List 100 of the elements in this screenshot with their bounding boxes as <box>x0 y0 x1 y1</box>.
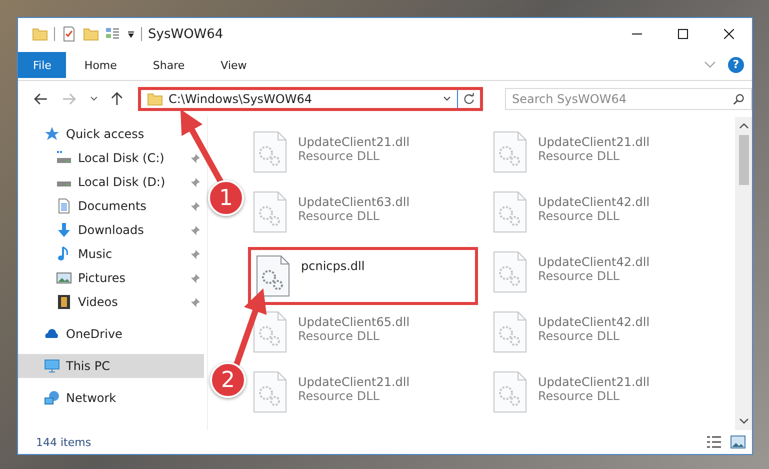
file-item[interactable]: UpdateClient42.dll Resource DLL <box>488 307 718 365</box>
file-item[interactable]: UpdateClient21.dll Resource DLL <box>248 367 478 425</box>
customize-caret-icon[interactable] <box>127 30 135 38</box>
ribbon-tab[interactable]: Share <box>134 52 203 78</box>
up-icon[interactable] <box>110 92 124 106</box>
file-type: Resource DLL <box>298 329 380 343</box>
refresh-icon[interactable] <box>463 93 476 105</box>
sidebar-item[interactable]: Downloads <box>18 218 204 242</box>
sidebar-item[interactable]: OneDrive <box>18 322 204 346</box>
sidebar-label: Music <box>78 247 112 261</box>
sidebar-item[interactable]: Local Disk (C:) <box>18 146 204 170</box>
file-type: Resource DLL <box>538 329 620 343</box>
ribbon-tab[interactable]: Home <box>66 52 135 78</box>
file-item[interactable]: UpdateClient42.dll Resource DLL <box>488 247 718 305</box>
sidebar-label: Network <box>66 391 116 405</box>
item-count: 144 items <box>36 436 92 448</box>
sidebar-label: This PC <box>66 359 110 373</box>
computer-icon <box>44 358 60 374</box>
dropdown-caret-icon[interactable] <box>443 96 452 102</box>
dll-file-icon <box>253 371 287 413</box>
expand-ribbon-icon[interactable] <box>704 61 716 69</box>
file-type: Resource DLL <box>538 389 620 403</box>
picture-icon <box>56 270 72 286</box>
sidebar-label: Pictures <box>78 271 126 285</box>
file-type: Resource DLL <box>298 149 380 163</box>
sidebar-item[interactable]: Documents <box>18 194 204 218</box>
file-name: UpdateClient42.dll <box>538 315 650 329</box>
pin-icon[interactable] <box>190 272 201 284</box>
back-icon[interactable] <box>34 92 48 106</box>
sidebar-label: Local Disk (D:) <box>78 175 166 189</box>
dll-file-icon <box>493 371 527 413</box>
recent-locations-icon[interactable] <box>90 96 98 102</box>
file-name: UpdateClient21.dll <box>538 135 650 149</box>
dll-file-icon <box>256 255 290 297</box>
file-name: UpdateClient63.dll <box>298 195 410 209</box>
close-icon <box>724 29 734 39</box>
film-strip-icon <box>56 294 72 310</box>
dll-file-icon <box>253 311 287 353</box>
scroll-up-icon[interactable] <box>738 123 748 129</box>
file-type: Resource DLL <box>298 209 380 223</box>
file-type: Resource DLL <box>538 269 620 283</box>
sidebar-label: Videos <box>78 295 118 309</box>
dll-file-icon <box>253 131 287 173</box>
file-type: Resource DLL <box>538 149 620 163</box>
search-icon <box>733 93 746 105</box>
search-field[interactable]: Search SysWOW64 <box>505 88 752 110</box>
maximize-icon <box>678 29 688 39</box>
address-path: C:\Windows\SysWOW64 <box>168 92 313 106</box>
sidebar-item[interactable]: Videos <box>18 290 204 314</box>
ribbon-tab[interactable]: File <box>18 52 66 78</box>
dll-file-icon <box>493 251 527 293</box>
sidebar-item[interactable]: Pictures <box>18 266 204 290</box>
pin-icon[interactable] <box>190 176 201 188</box>
dll-file-icon <box>253 191 287 233</box>
large-icons-view-icon[interactable] <box>730 435 746 449</box>
file-item[interactable]: UpdateClient65.dll Resource DLL <box>248 307 478 365</box>
network-icon <box>44 390 60 406</box>
window-title: SysWOW64 <box>148 26 224 42</box>
sidebar-item[interactable]: Music <box>18 242 204 266</box>
pin-icon[interactable] <box>190 224 201 236</box>
file-item[interactable]: UpdateClient42.dll Resource DLL <box>488 187 718 245</box>
scroll-thumb[interactable] <box>738 135 748 185</box>
pin-icon[interactable] <box>190 248 201 260</box>
details-view-icon[interactable] <box>706 435 722 449</box>
file-item[interactable]: pcnicps.dll <box>248 247 478 305</box>
folder-icon <box>146 91 162 107</box>
star-icon <box>44 126 60 142</box>
sidebar-label: Local Disk (C:) <box>78 151 164 165</box>
scrollbar[interactable] <box>735 117 752 430</box>
file-name: UpdateClient42.dll <box>538 195 650 209</box>
file-name: UpdateClient42.dll <box>538 255 650 269</box>
pin-icon[interactable] <box>190 152 201 164</box>
properties-icon[interactable] <box>61 26 77 42</box>
sidebar-label: Documents <box>78 199 146 213</box>
sidebar-item[interactable]: Network <box>18 386 204 410</box>
file-type: Resource DLL <box>298 389 380 403</box>
address-bar[interactable]: C:\Windows\SysWOW64 <box>138 87 484 111</box>
file-item[interactable]: UpdateClient21.dll Resource DLL <box>488 127 718 185</box>
scroll-down-icon[interactable] <box>738 418 748 424</box>
dll-file-icon <box>493 311 527 353</box>
dll-file-icon <box>493 131 527 173</box>
file-name: pcnicps.dll <box>301 259 365 273</box>
file-name: UpdateClient21.dll <box>298 375 410 389</box>
download-arrow-icon <box>56 222 72 238</box>
drive-icon <box>56 150 72 166</box>
sidebar-label: Downloads <box>78 223 144 237</box>
help-button[interactable]: ? <box>728 57 744 73</box>
dll-file-icon <box>493 191 527 233</box>
sidebar-label: Quick access <box>66 127 144 141</box>
pin-icon[interactable] <box>190 296 201 308</box>
file-type: Resource DLL <box>538 209 620 223</box>
sidebar-item[interactable]: This PC <box>18 354 204 378</box>
file-item[interactable]: UpdateClient21.dll Resource DLL <box>488 367 718 425</box>
sidebar-item[interactable]: Local Disk (D:) <box>18 170 204 194</box>
ribbon-tab[interactable]: View <box>202 52 265 78</box>
sidebar-item[interactable]: Quick access <box>18 122 204 146</box>
pin-icon[interactable] <box>190 200 201 212</box>
file-item[interactable]: UpdateClient21.dll Resource DLL <box>248 127 478 185</box>
file-name: UpdateClient21.dll <box>298 135 410 149</box>
file-item[interactable]: UpdateClient63.dll Resource DLL <box>248 187 478 245</box>
